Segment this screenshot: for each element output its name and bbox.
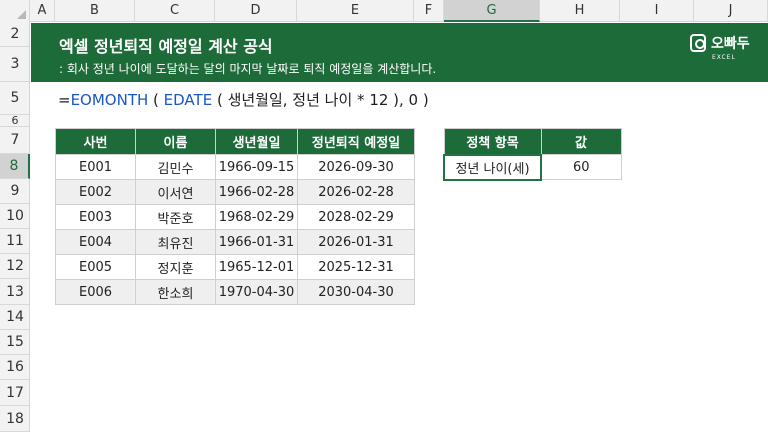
employee-table: 사번 이름 생년월일 정년퇴직 예정일 E001 김민수 1966-09-15 … — [55, 128, 415, 305]
cell-policy-item-active[interactable]: 정년 나이(세) — [443, 153, 542, 181]
formula-part-1: ( — [148, 91, 164, 109]
row-header-bar: 2 3 5 6 7 8 9 10 11 12 13 14 15 16 17 18 — [0, 22, 30, 432]
table-row: E002 이서연 1966-02-28 2026-02-28 — [55, 179, 415, 205]
column-header-d[interactable]: D — [215, 0, 297, 22]
cell-birth-date[interactable]: 1966-01-31 — [215, 229, 298, 255]
select-all-corner[interactable] — [0, 0, 30, 22]
cell-employee-id[interactable]: E001 — [55, 154, 136, 180]
row-header-15[interactable]: 15 — [0, 330, 30, 355]
row-header-18[interactable]: 18 — [0, 406, 30, 432]
cell-name[interactable]: 이서연 — [135, 179, 216, 205]
formula-function-eomonth: EOMONTH — [70, 91, 149, 109]
row-header-10[interactable]: 10 — [0, 204, 30, 229]
row-header-7[interactable]: 7 — [0, 127, 30, 154]
table-row: E004 최유진 1966-01-31 2026-01-31 — [55, 229, 415, 255]
column-header-i[interactable]: I — [620, 0, 694, 22]
cell-policy-value[interactable]: 60 — [540, 154, 622, 180]
employee-table-header-row: 사번 이름 생년월일 정년퇴직 예정일 — [55, 128, 415, 155]
cell-name[interactable]: 박준호 — [135, 204, 216, 230]
banner-title: 엑셀 정년퇴직 예정일 계산 공식 — [59, 37, 273, 56]
row-header-3[interactable]: 3 — [0, 47, 30, 82]
cell-employee-id[interactable]: E002 — [55, 179, 136, 205]
header-birth-date[interactable]: 생년월일 — [215, 128, 298, 155]
cell-name[interactable]: 한소희 — [135, 279, 216, 305]
cell-retirement-date[interactable]: 2026-01-31 — [297, 229, 415, 255]
header-policy-value[interactable]: 값 — [540, 128, 622, 155]
cell-employee-id[interactable]: E004 — [55, 229, 136, 255]
table-row: 정년 나이(세) 60 — [443, 153, 622, 181]
cell-retirement-date[interactable]: 2025-12-31 — [297, 254, 415, 280]
row-header-17[interactable]: 17 — [0, 380, 30, 406]
row-header-16[interactable]: 16 — [0, 355, 30, 380]
formula-part-2: ( 생년월일, 정년 나이 * 12 ), 0 ) — [212, 91, 429, 109]
table-row: E001 김민수 1966-09-15 2026-09-30 — [55, 154, 415, 180]
select-all-triangle-icon — [17, 10, 26, 19]
cell-birth-date[interactable]: 1966-02-28 — [215, 179, 298, 205]
cell-retirement-date[interactable]: 2026-02-28 — [297, 179, 415, 205]
cell-employee-id[interactable]: E003 — [55, 204, 136, 230]
logo-mark-icon — [690, 34, 706, 52]
cell-retirement-date[interactable]: 2026-09-30 — [297, 154, 415, 180]
policy-table-header-row: 정책 항목 값 — [443, 128, 622, 155]
column-header-b[interactable]: B — [55, 0, 135, 22]
column-header-g[interactable]: G — [444, 0, 540, 22]
header-employee-id[interactable]: 사번 — [55, 128, 136, 155]
row-header-5[interactable]: 5 — [0, 82, 30, 115]
cell-name[interactable]: 김민수 — [135, 154, 216, 180]
logo-subtext: EXCEL — [712, 54, 736, 61]
header-name[interactable]: 이름 — [135, 128, 216, 155]
row-header-12[interactable]: 12 — [0, 254, 30, 279]
cell-birth-date[interactable]: 1966-09-15 — [215, 154, 298, 180]
header-policy-item[interactable]: 정책 항목 — [443, 128, 542, 155]
column-header-j[interactable]: J — [694, 0, 768, 22]
table-row: E005 정지훈 1965-12-01 2025-12-31 — [55, 254, 415, 280]
cell-retirement-date[interactable]: 2028-02-29 — [297, 204, 415, 230]
cell-name[interactable]: 최유진 — [135, 229, 216, 255]
row-header-6[interactable]: 6 — [0, 114, 30, 127]
column-header-bar: A B C D E F G H I J — [0, 0, 768, 22]
cell-birth-date[interactable]: 1965-12-01 — [215, 254, 298, 280]
row-header-13[interactable]: 13 — [0, 279, 30, 305]
column-header-h[interactable]: H — [540, 0, 620, 22]
cell-birth-date[interactable]: 1970-04-30 — [215, 279, 298, 305]
cell-employee-id[interactable]: E005 — [55, 254, 136, 280]
cell-retirement-date[interactable]: 2030-04-30 — [297, 279, 415, 305]
table-row: E003 박준호 1968-02-29 2028-02-29 — [55, 204, 415, 230]
row-header-9[interactable]: 9 — [0, 179, 30, 204]
row-header-8[interactable]: 8 — [0, 154, 30, 179]
column-header-c[interactable]: C — [135, 0, 215, 22]
row-header-14[interactable]: 14 — [0, 305, 30, 330]
banner-subtitle: : 회사 정년 나이에 도달하는 달의 마지막 날짜로 퇴직 예정일을 계산합니… — [59, 62, 437, 76]
column-header-f[interactable]: F — [414, 0, 444, 22]
cell-name[interactable]: 정지훈 — [135, 254, 216, 280]
formula-text: =EOMONTH ( EDATE ( 생년월일, 정년 나이 * 12 ), 0… — [58, 89, 429, 110]
column-header-a[interactable]: A — [30, 0, 55, 22]
row-header-11[interactable]: 11 — [0, 229, 30, 254]
logo-name: 오빠두 — [711, 36, 750, 52]
table-row: E006 한소희 1970-04-30 2030-04-30 — [55, 279, 415, 305]
title-banner: 엑셀 정년퇴직 예정일 계산 공식 : 회사 정년 나이에 도달하는 달의 마지… — [31, 23, 768, 82]
column-header-e[interactable]: E — [297, 0, 414, 22]
formula-function-edate: EDATE — [163, 91, 213, 109]
cell-birth-date[interactable]: 1968-02-29 — [215, 204, 298, 230]
policy-table: 정책 항목 값 정년 나이(세) 60 — [443, 128, 622, 181]
formula-prefix: = — [58, 91, 71, 109]
header-retirement-date[interactable]: 정년퇴직 예정일 — [297, 128, 415, 155]
brand-logo: 오빠두 EXCEL — [690, 32, 752, 72]
cell-employee-id[interactable]: E006 — [55, 279, 136, 305]
row-header-2[interactable]: 2 — [0, 22, 30, 47]
